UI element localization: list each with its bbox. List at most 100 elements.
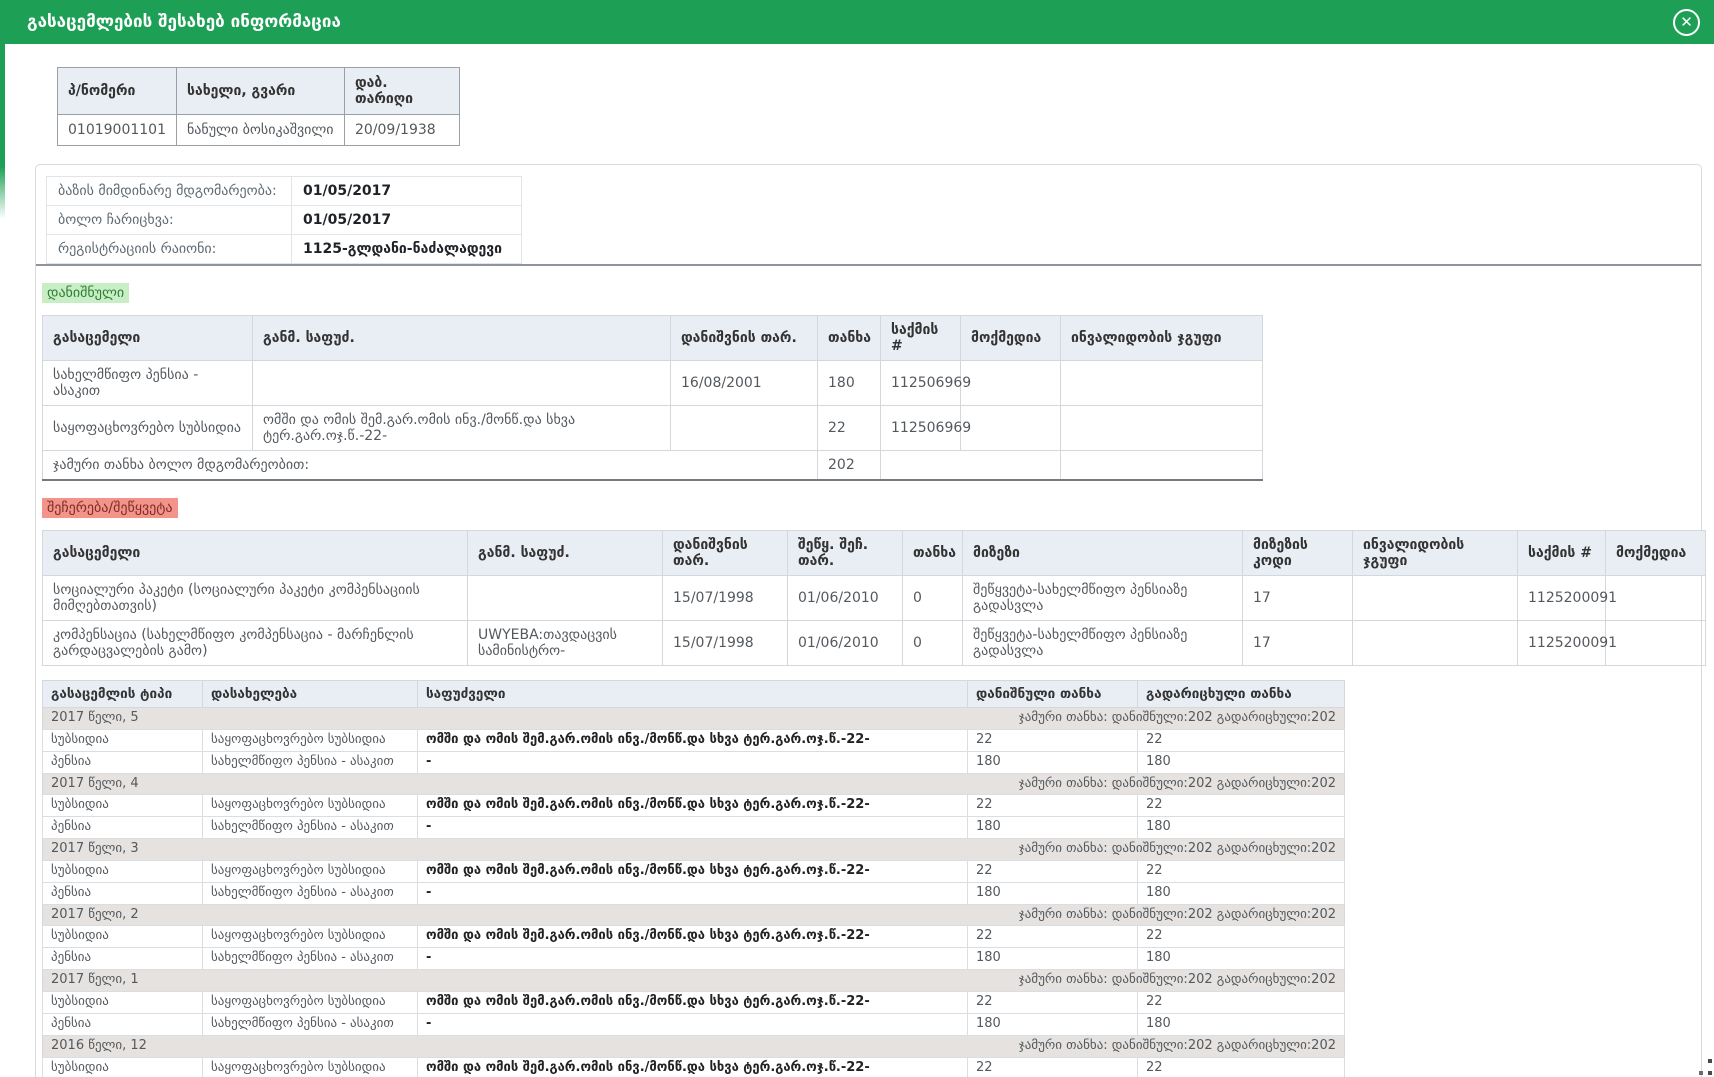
cell-basis xyxy=(253,361,671,406)
cell-transferred-amount: 180 xyxy=(1138,1013,1345,1035)
group-summary: ჯამური თანხა: დანიშნული:202 გადარიცხული:… xyxy=(1019,775,1336,794)
person-birthdate: 20/09/1938 xyxy=(344,115,459,146)
assigned-col-assign-date: დანიშვნის თარ. xyxy=(671,316,818,361)
cell-assigned-amount: 180 xyxy=(968,817,1138,839)
cell-stop-date: 01/06/2010 xyxy=(788,576,903,621)
cell-type: სუბსიდია xyxy=(43,729,203,751)
suspended-col-disability-group: ინვალიდობის ჯგუფი xyxy=(1353,531,1518,576)
cell-basis: ომში და ომის შემ.გარ.ომის ინვ./მონწ.და ს… xyxy=(253,406,671,451)
person-row: 01019001101 ნანული ბოსიკაშვილი 20/09/193… xyxy=(58,115,460,146)
person-col-name: სახელი, გვარი xyxy=(176,68,344,115)
payments-data-row: სუბსიდიასაყოფაცხოვრებო სუბსიდიაომში და ო… xyxy=(43,860,1345,882)
cell-basis: UWYEBA:თავდაცვის სამინისტრო- xyxy=(468,621,663,666)
group-period: 2017 წელი, 4 xyxy=(51,775,139,794)
cell-transferred-amount: 22 xyxy=(1138,729,1345,751)
suspended-col-stop-date: შეწყ. შეჩ. თარ. xyxy=(788,531,903,576)
cell-transferred-amount: 180 xyxy=(1138,817,1345,839)
assigned-col-amount: თანხა xyxy=(818,316,881,361)
assigned-section-label: დანიშნული xyxy=(42,283,129,303)
info-value-base-state: 01/05/2017 xyxy=(292,177,522,206)
payments-data-row: სუბსიდიასაყოფაცხოვრებო სუბსიდიაომში და ო… xyxy=(43,795,1345,817)
cell-basis: - xyxy=(418,948,968,970)
info-value-registration-district: 1125-გლდანი-ნაძალადევი xyxy=(292,235,522,264)
cell-type: პენსია xyxy=(43,817,203,839)
payments-col-name: დასახელება xyxy=(203,681,418,708)
payments-col-basis: საფუძველი xyxy=(418,681,968,708)
cell-basis xyxy=(468,576,663,621)
cell-disability-group xyxy=(1061,406,1263,451)
suspended-table: გასაცემელი განმ. საფუძ. დანიშვნის თარ. შ… xyxy=(42,530,1706,666)
group-summary: ჯამური თანხა: დანიშნული:202 გადარიცხული:… xyxy=(1019,709,1336,728)
payments-group-row: 2017 წელი, 1ჯამური თანხა: დანიშნული:202 … xyxy=(43,970,1345,992)
cell-assigned-amount: 22 xyxy=(968,926,1138,948)
cell-disability-group xyxy=(1353,621,1518,666)
close-button[interactable]: ✕ xyxy=(1673,9,1700,36)
cell-transferred-amount: 22 xyxy=(1138,860,1345,882)
assigned-col-benefit: გასაცემელი xyxy=(43,316,253,361)
cell-basis: ომში და ომის შემ.გარ.ომის ინვ./მონწ.და ს… xyxy=(418,1057,968,1077)
table-row: კომპენსაცია (სახელმწიფო კომპენსაცია - მა… xyxy=(43,621,1706,666)
payments-group-row: 2017 წელი, 2ჯამური თანხა: დანიშნული:202 … xyxy=(43,904,1345,926)
cell-benefit: სახელმწიფო პენსია - ასაკით xyxy=(43,361,253,406)
info-label-registration-district: რეგისტრაციის რაიონი: xyxy=(47,235,292,264)
cell-basis: ომში და ომის შემ.გარ.ომის ინვ./მონწ.და ს… xyxy=(418,860,968,882)
resize-grip-icon[interactable] xyxy=(1696,1059,1712,1075)
person-name: ნანული ბოსიკაშვილი xyxy=(176,115,344,146)
group-period: 2017 წელი, 2 xyxy=(51,906,139,925)
cell-type: სუბსიდია xyxy=(43,991,203,1013)
info-label-base-state: ბაზის მიმდინარე მდგომარეობა: xyxy=(47,177,292,206)
assigned-col-disability-group: ინვალიდობის ჯგუფი xyxy=(1061,316,1263,361)
payments-data-row: პენსიასახელმწიფო პენსია - ასაკით-180180 xyxy=(43,817,1345,839)
assigned-table: გასაცემელი განმ. საფუძ. დანიშვნის თარ. თ… xyxy=(42,315,1263,481)
cell-assigned-amount: 180 xyxy=(968,751,1138,773)
cell-transferred-amount: 22 xyxy=(1138,795,1345,817)
cell-type: სუბსიდია xyxy=(43,795,203,817)
group-summary: ჯამური თანხა: დანიშნული:202 გადარიცხული:… xyxy=(1019,971,1336,990)
cell-case-number: 1125200091 xyxy=(1518,621,1606,666)
cell-name: საყოფაცხოვრებო სუბსიდია xyxy=(203,795,418,817)
cell-basis: - xyxy=(418,1013,968,1035)
cell-transferred-amount: 22 xyxy=(1138,1057,1345,1077)
cell-name: სახელმწიფო პენსია - ასაკით xyxy=(203,751,418,773)
cell-type: სუბსიდია xyxy=(43,926,203,948)
payments-table: გასაცემლის ტიპი დასახელება საფუძველი დან… xyxy=(42,680,1345,1077)
cell-active xyxy=(1606,576,1706,621)
assigned-col-case-number: საქმის # xyxy=(881,316,961,361)
cell-type: პენსია xyxy=(43,751,203,773)
cell-assigned-amount: 180 xyxy=(968,948,1138,970)
dialog-left-border xyxy=(0,44,5,219)
cell-case-number: 112506969 xyxy=(881,406,961,451)
cell-assigned-amount: 22 xyxy=(968,991,1138,1013)
payments-col-transferred-amount: გადარიცხული თანხა xyxy=(1138,681,1345,708)
person-table: პ/ნომერი სახელი, გვარი დაბ. თარიღი 01019… xyxy=(57,67,460,146)
cell-benefit: სოციალური პაკეტი (სოციალური პაკეტი კომპე… xyxy=(43,576,468,621)
assigned-total-label: ჯამური თანხა ბოლო მდგომარეობით: xyxy=(43,451,818,481)
cell-basis: - xyxy=(418,817,968,839)
assigned-col-basis: განმ. საფუძ. xyxy=(253,316,671,361)
dialog-title: გასაცემლების შესახებ ინფორმაცია xyxy=(27,12,341,32)
table-row: საყოფაცხოვრებო სუბსიდია ომში და ომის შემ… xyxy=(43,406,1263,451)
cell-name: სახელმწიფო პენსია - ასაკით xyxy=(203,948,418,970)
cell-type: პენსია xyxy=(43,948,203,970)
cell-benefit: საყოფაცხოვრებო სუბსიდია xyxy=(43,406,253,451)
group-summary: ჯამური თანხა: დანიშნული:202 გადარიცხული:… xyxy=(1019,840,1336,859)
cell-reason-code: 17 xyxy=(1243,621,1353,666)
table-row: სოციალური პაკეტი (სოციალური პაკეტი კომპე… xyxy=(43,576,1706,621)
assigned-col-active: მოქმედია xyxy=(961,316,1061,361)
cell-active xyxy=(1606,621,1706,666)
cell-assigned-amount: 22 xyxy=(968,729,1138,751)
payments-data-row: პენსიასახელმწიფო პენსია - ასაკით-180180 xyxy=(43,948,1345,970)
cell-reason: შეწყვეტა-სახელმწიფო პენსიაზე გადასვლა xyxy=(963,576,1243,621)
cell-assigned-amount: 22 xyxy=(968,795,1138,817)
cell-assign-date xyxy=(671,406,818,451)
cell-transferred-amount: 180 xyxy=(1138,948,1345,970)
cell-name: საყოფაცხოვრებო სუბსიდია xyxy=(203,1057,418,1077)
payments-group-row: 2016 წელი, 12ჯამური თანხა: დანიშნული:202… xyxy=(43,1035,1345,1057)
info-value-last-transfer: 01/05/2017 xyxy=(292,206,522,235)
cell-amount: 22 xyxy=(818,406,881,451)
cell-name: სახელმწიფო პენსია - ასაკით xyxy=(203,1013,418,1035)
suspended-col-basis: განმ. საფუძ. xyxy=(468,531,663,576)
payments-data-row: პენსიასახელმწიფო პენსია - ასაკით-180180 xyxy=(43,1013,1345,1035)
cell-basis: ომში და ომის შემ.გარ.ომის ინვ./მონწ.და ს… xyxy=(418,729,968,751)
cell-name: საყოფაცხოვრებო სუბსიდია xyxy=(203,991,418,1013)
